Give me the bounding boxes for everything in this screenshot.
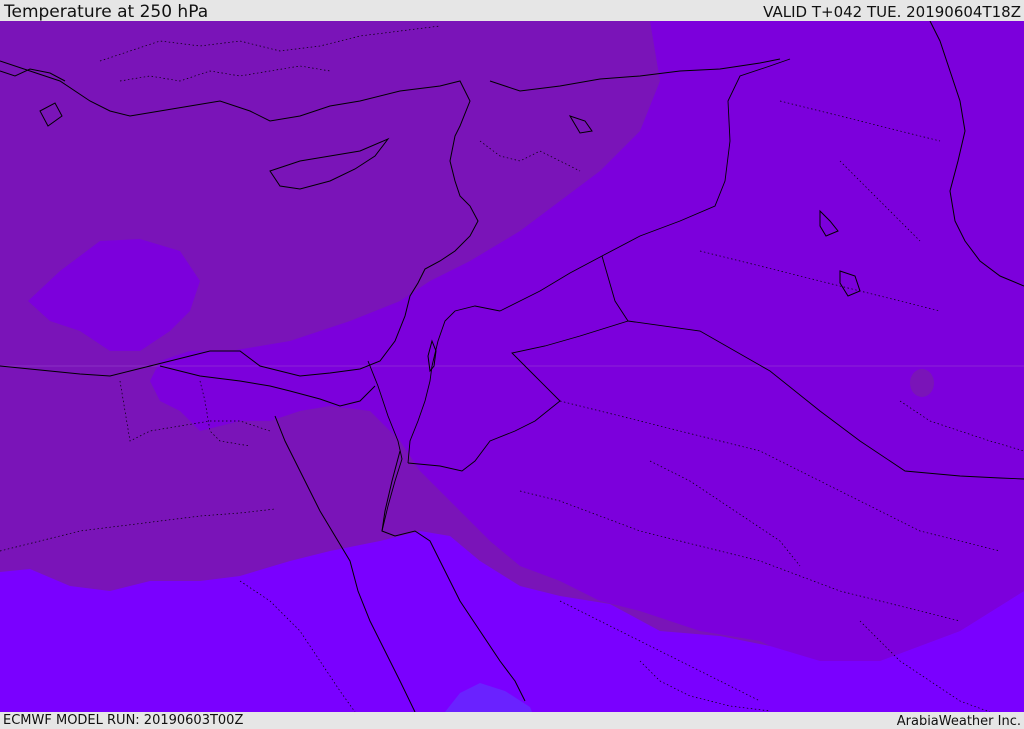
- small-cold-patch: [910, 369, 934, 397]
- credit-label: ArabiaWeather Inc.: [896, 714, 1021, 729]
- map-header: Temperature at 250 hPa VALID T+042 TUE. …: [0, 0, 1024, 21]
- map-footer: ECMWF MODEL RUN: 20190603T00Z ArabiaWeat…: [0, 712, 1024, 729]
- map-title: Temperature at 250 hPa: [4, 2, 209, 22]
- temperature-map[interactable]: [0, 21, 1024, 712]
- valid-time: VALID T+042 TUE. 20190604T18Z: [763, 3, 1021, 21]
- model-run-label: ECMWF MODEL RUN: 20190603T00Z: [3, 713, 244, 728]
